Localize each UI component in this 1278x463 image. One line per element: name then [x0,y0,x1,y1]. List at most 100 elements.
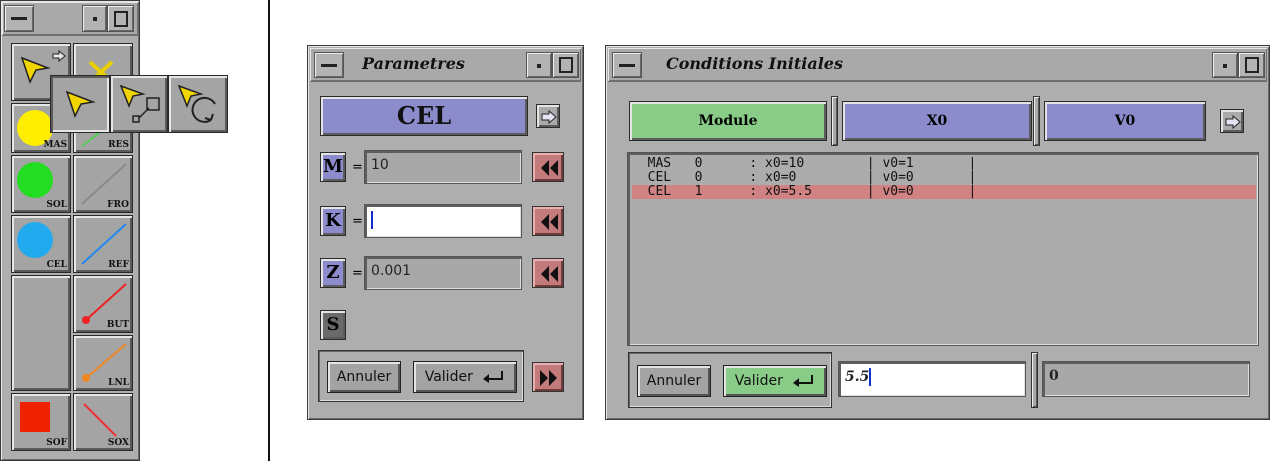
window-menu-button[interactable] [4,5,34,32]
validate-button[interactable]: Valider [723,365,827,397]
window-menu-button[interactable] [314,52,344,78]
tool-fro[interactable]: FRO [73,155,133,213]
param-k-reset-button[interactable] [532,206,564,236]
cancel-button[interactable]: Annuler [327,361,401,393]
param-m-field[interactable]: 10 [364,150,522,184]
param-label-z: Z [320,258,346,288]
column-separator[interactable] [831,96,838,146]
green-circle-icon [17,162,53,198]
equals-sign: = [352,160,363,175]
list-item[interactable]: CEL 0 : x0=0 | v0=0 | [632,171,1256,185]
tool-label: REF [108,260,129,270]
tool-lnl[interactable]: LNL [73,335,133,391]
red-square-icon [20,402,50,432]
tool-but[interactable]: BUT [73,275,133,333]
resize-pointer-button[interactable] [110,75,168,133]
palette-titlebar [2,2,138,36]
column-separator[interactable] [1033,96,1040,146]
rotate-pointer-button[interactable] [168,75,228,133]
tool-label: SOL [46,200,67,210]
select-pointer-button[interactable] [50,75,110,133]
tool-cel[interactable]: CEL [11,215,71,273]
cancel-label: Annuler [336,369,392,385]
resize-pointer-icon [119,84,160,123]
parametres-action-group: Annuler Valider [318,350,524,402]
empty-tool-slot [11,275,71,391]
parametres-window: Parametres CEL M = 10 K = Z = 0.001 S An… [307,45,584,420]
conditions-list[interactable]: MAS 0 : x0=10 | v0=1 | CEL 0 : x0=0 | v0… [627,152,1259,346]
right-arrow-icon [1225,115,1241,129]
equals-sign: = [352,266,363,281]
param-m-reset-button[interactable] [532,152,564,182]
param-label-m: M [320,152,346,182]
window-menu-button[interactable] [612,52,642,78]
dash-icon [619,64,635,67]
tool-label: CEL [46,260,67,270]
tool-label: RES [108,140,129,150]
v0-input[interactable]: 0 [1042,361,1250,397]
rotate-pointer-icon [177,84,216,123]
param-z-field[interactable]: 0.001 [364,256,522,290]
conditions-titlebar: Conditions Initiales [608,48,1267,82]
parametres-titlebar: Parametres [310,48,581,82]
text-cursor [869,368,872,386]
tool-label: FRO [107,200,129,210]
param-label-k: K [320,206,346,236]
validate-label: Valider [424,369,473,385]
tool-sof[interactable]: SOF [11,393,71,451]
window-title: Conditions Initiales [666,54,843,73]
validate-button[interactable]: Valider [413,361,517,393]
maximize-icon [559,57,573,73]
pointer-icon [20,56,51,84]
validate-label: Valider [734,373,783,389]
s-button[interactable]: S [320,310,346,340]
maximize-button[interactable] [107,5,134,32]
tool-palette-window: MAS RES SOL FRO CEL REF BUT LNL SOF SOX [0,0,140,461]
pointer-submenu [50,75,228,133]
maximize-button[interactable] [552,52,579,78]
list-item[interactable]: MAS 0 : x0=10 | v0=1 | [632,157,1256,171]
enter-icon [483,371,504,383]
tool-sox[interactable]: SOX [73,393,133,451]
rewind-icon [541,266,558,282]
conditions-action-group: Annuler Valider [628,352,832,408]
rewind-icon [541,160,558,176]
next-page-button[interactable] [1220,109,1244,133]
tool-ref[interactable]: REF [73,215,133,273]
minimize-button[interactable] [82,5,107,32]
column-header-module[interactable]: Module [629,101,827,141]
minimize-button[interactable] [526,52,552,78]
minimize-icon [93,17,97,21]
param-k-field[interactable] [364,204,522,238]
tool-label: MAS [43,140,67,150]
x0-input[interactable]: 5.5 [838,361,1026,397]
tool-label: SOX [107,438,129,448]
column-header-v0[interactable]: V0 [1044,101,1206,141]
forward-button[interactable] [532,362,564,392]
tool-sol[interactable]: SOL [11,155,71,213]
column-separator[interactable] [1031,352,1038,408]
x0-input-value: 5.5 [845,369,870,385]
param-z-value: 0.001 [371,263,412,279]
tool-label: BUT [106,320,129,330]
param-m-value: 10 [371,157,389,173]
dash-icon [321,64,337,67]
cancel-button[interactable]: Annuler [637,365,711,397]
enter-icon [793,375,814,387]
rewind-icon [541,214,558,230]
param-z-reset-button[interactable] [532,258,564,288]
minimize-button[interactable] [1212,52,1238,78]
text-cursor [371,211,373,229]
next-element-button[interactable] [536,104,560,128]
list-item-selected[interactable]: CEL 1 : x0=5.5 | v0=0 | [632,185,1256,199]
maximize-button[interactable] [1238,52,1265,78]
column-header-x0[interactable]: X0 [842,101,1032,141]
equals-sign: = [352,214,363,229]
maximize-icon [1245,57,1259,73]
minimize-icon [1223,64,1227,68]
minimize-icon [537,64,541,68]
element-name-button[interactable]: CEL [320,96,528,136]
maximize-icon [114,11,128,27]
conditions-window: Conditions Initiales Module X0 V0 MAS 0 … [605,45,1270,420]
right-arrow-icon [541,110,557,124]
